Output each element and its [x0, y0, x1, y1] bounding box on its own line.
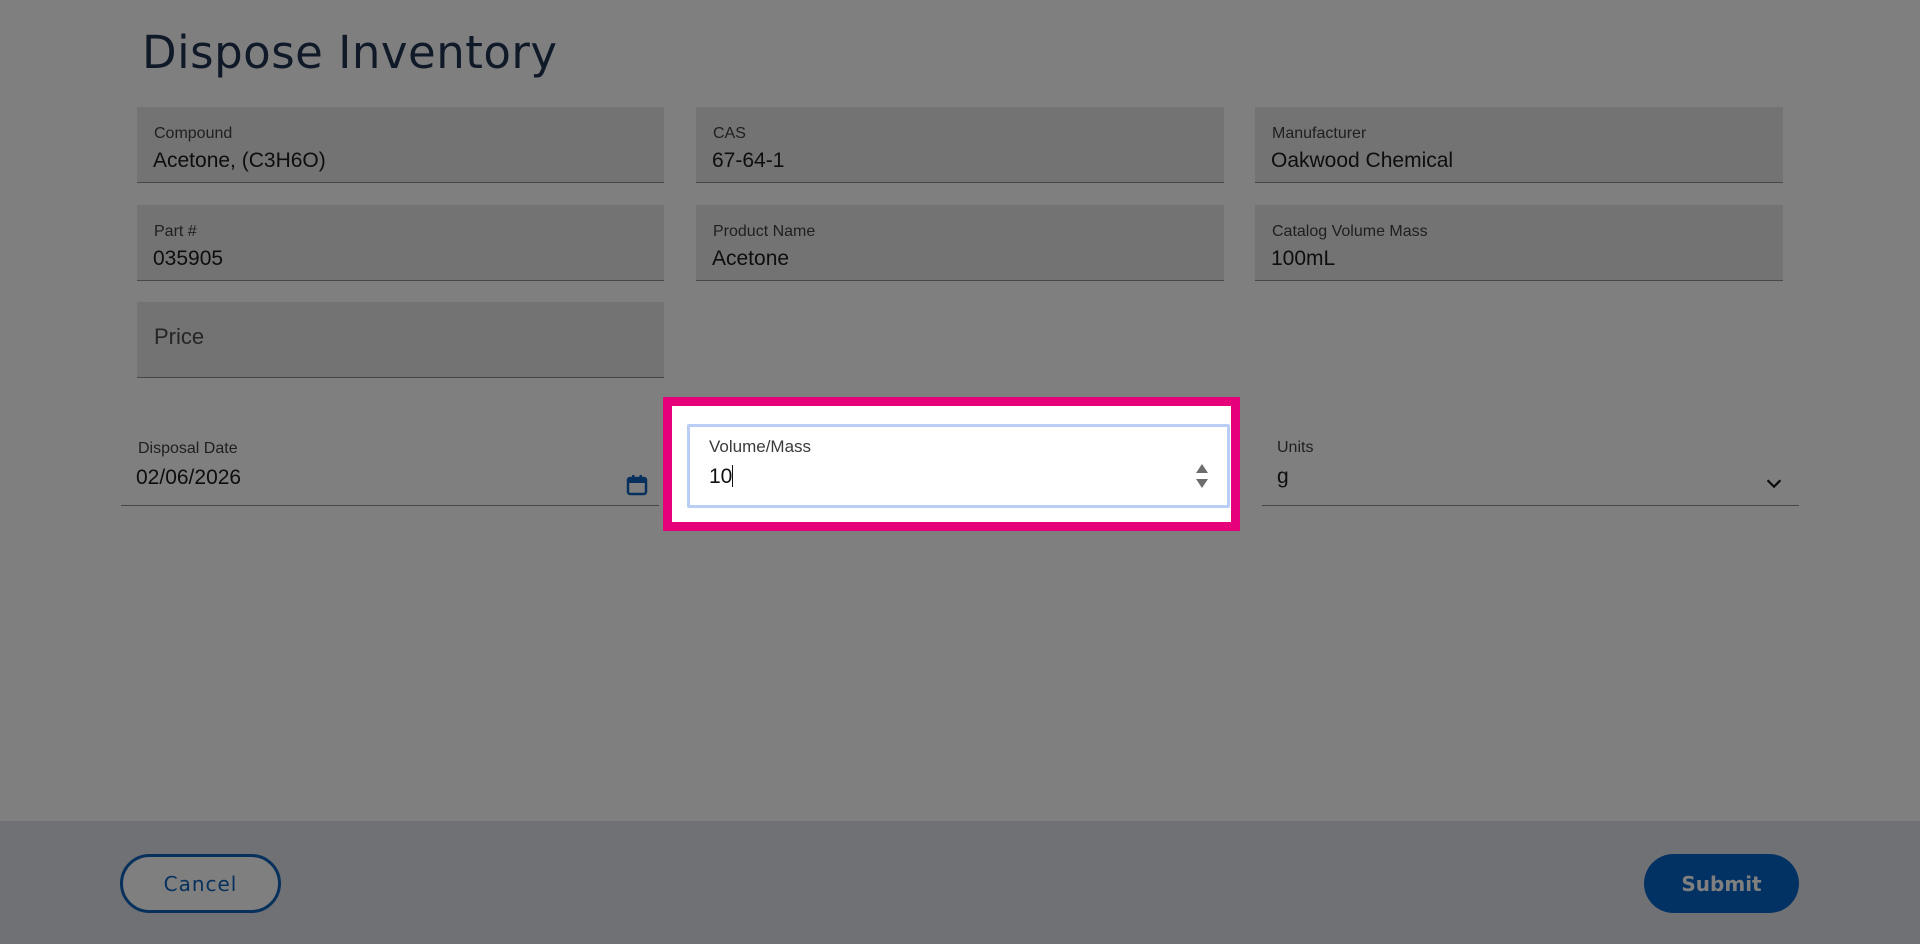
units-label: Units — [1277, 439, 1314, 456]
units-field[interactable]: Units g — [1262, 430, 1799, 506]
product-name-label: Product Name — [713, 223, 816, 240]
disposal-date-field[interactable]: Disposal Date 02/06/2026 — [121, 430, 659, 506]
manufacturer-label: Manufacturer — [1272, 125, 1367, 142]
compound-label: Compound — [154, 125, 233, 142]
volume-mass-value: 10 — [709, 465, 733, 488]
cas-field[interactable]: CAS 67-64-1 — [696, 107, 1224, 183]
product-name-value: Acetone — [712, 247, 790, 270]
disposal-date-label: Disposal Date — [138, 440, 238, 457]
page-title: Dispose Inventory — [142, 26, 558, 79]
product-name-field[interactable]: Product Name Acetone — [696, 205, 1224, 281]
volume-mass-label: Volume/Mass — [709, 437, 812, 456]
cancel-button[interactable]: Cancel — [120, 854, 281, 913]
part-number-field[interactable]: Part # 035905 — [137, 205, 664, 281]
catalog-volume-mass-value: 100mL — [1271, 247, 1336, 270]
chevron-down-icon[interactable] — [1763, 472, 1785, 494]
manufacturer-field[interactable]: Manufacturer Oakwood Chemical — [1255, 107, 1783, 183]
cas-label: CAS — [713, 125, 746, 142]
price-placeholder: Price — [154, 324, 205, 349]
catalog-volume-mass-label: Catalog Volume Mass — [1272, 223, 1428, 240]
compound-field[interactable]: Compound Acetone, (C3H6O) — [137, 107, 664, 183]
volume-mass-value-wrap: 10 — [709, 465, 734, 489]
manufacturer-value: Oakwood Chemical — [1271, 149, 1454, 172]
part-number-label: Part # — [154, 223, 197, 240]
compound-value: Acetone, (C3H6O) — [153, 149, 326, 172]
submit-button[interactable]: Submit — [1644, 854, 1799, 913]
text-caret — [732, 465, 734, 487]
price-field[interactable]: Price — [137, 302, 664, 378]
part-number-value: 035905 — [153, 247, 224, 270]
units-value: g — [1277, 465, 1289, 488]
calendar-icon[interactable] — [625, 473, 649, 497]
spinner-arrows-icon[interactable] — [1195, 462, 1209, 490]
volume-mass-input[interactable]: Volume/Mass 10 — [687, 424, 1230, 508]
disposal-date-value: 02/06/2026 — [136, 466, 242, 489]
footer-bar — [0, 821, 1920, 944]
catalog-volume-mass-field[interactable]: Catalog Volume Mass 100mL — [1255, 205, 1783, 281]
cas-value: 67-64-1 — [712, 149, 785, 172]
